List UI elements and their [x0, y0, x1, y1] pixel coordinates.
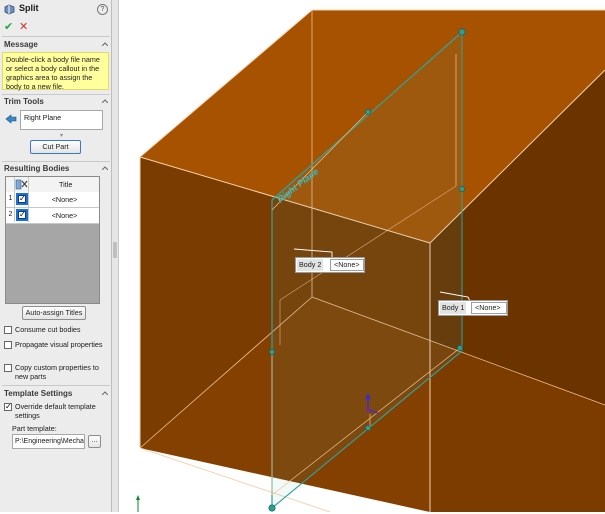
axis-indicator-icon: [136, 495, 140, 512]
trim-tool-selection-icon: [5, 114, 17, 124]
model-viewport[interactable]: Right Plane: [120, 0, 605, 513]
table-row[interactable]: 2 ✓ <None>: [6, 208, 99, 224]
resulting-bodies-table: Title 1 ✓ <None> 2 ✓ <None>: [5, 176, 100, 304]
auto-assign-titles-button[interactable]: Auto-assign Titles: [22, 306, 86, 320]
override-template-checkbox[interactable]: ✓: [4, 403, 12, 411]
splitter-grip[interactable]: [113, 242, 117, 258]
split-feature-icon: [4, 4, 15, 15]
browse-button[interactable]: ...: [88, 435, 101, 448]
divider: [2, 385, 110, 386]
section-template-settings-label: Template Settings: [4, 389, 73, 398]
section-resulting-bodies[interactable]: Resulting Bodies: [2, 163, 110, 175]
plane-handle-icon[interactable]: [365, 425, 371, 431]
chevron-up-icon[interactable]: [102, 166, 108, 170]
help-icon[interactable]: ?: [97, 4, 108, 15]
chevron-up-icon[interactable]: [102, 99, 108, 103]
message-box: Double-click a body file name or select …: [2, 52, 109, 91]
column-divider: [14, 177, 15, 222]
plane-handle-icon[interactable]: [458, 28, 466, 36]
split-title-row: Split ?: [4, 3, 108, 17]
divider: [2, 36, 110, 37]
row-checkbox[interactable]: ✓: [16, 209, 28, 221]
chevron-up-icon[interactable]: [102, 42, 108, 46]
option-label: Override default template settings: [15, 402, 96, 420]
option-label: Consume cut bodies: [15, 325, 81, 334]
consume-cut-bodies-checkbox[interactable]: [4, 326, 12, 334]
part-template-label: Part template:: [12, 424, 57, 433]
callout-body-name: Body 1: [440, 302, 467, 314]
body-1-callout[interactable]: Body 1 <None>: [438, 300, 508, 316]
cancel-button[interactable]: ✕: [19, 20, 28, 33]
callout-body-value[interactable]: <None>: [471, 302, 507, 314]
propagate-visual-properties-checkbox[interactable]: [4, 341, 12, 349]
plane-handle-icon[interactable]: [457, 345, 463, 351]
row-number: 2: [8, 211, 13, 218]
property-manager: Split ? ✔ ✕ Message Double-click a body …: [0, 0, 112, 512]
divider: [2, 161, 110, 162]
copy-custom-properties-checkbox[interactable]: [4, 364, 12, 372]
section-template-settings[interactable]: Template Settings: [2, 388, 110, 400]
row-title[interactable]: <None>: [30, 195, 99, 204]
section-message-label: Message: [4, 40, 38, 49]
section-trim-tools-label: Trim Tools: [4, 97, 44, 106]
option-label: Copy custom properties to new parts: [15, 363, 99, 381]
callout-body-value[interactable]: <None>: [330, 259, 364, 271]
bodies-column-icon: [15, 179, 28, 190]
callout-body-name: Body 2: [297, 259, 324, 271]
row-number: 1: [8, 195, 13, 202]
section-resulting-bodies-label: Resulting Bodies: [4, 164, 70, 173]
option-label: Propagate visual properties: [15, 340, 103, 349]
ok-button[interactable]: ✔: [4, 20, 13, 33]
part-template-input[interactable]: P:\Engineering\Mechanical: [12, 434, 85, 449]
trim-tool-selection-box[interactable]: Right Plane: [20, 110, 103, 130]
cut-part-button[interactable]: Cut Part: [30, 140, 81, 154]
body-2-callout[interactable]: Body 2 <None>: [295, 257, 365, 273]
plane-handle-icon[interactable]: [268, 504, 276, 512]
chevron-up-icon[interactable]: [102, 391, 108, 395]
title-column-header[interactable]: Title: [59, 180, 72, 189]
section-message[interactable]: Message: [2, 39, 110, 51]
table-header: Title: [6, 177, 99, 193]
row-checkbox[interactable]: ✓: [16, 193, 28, 205]
plane-handle-icon[interactable]: [269, 349, 275, 355]
graphics-area[interactable]: Right Plane Body 2 <None> Body 1 <None>: [120, 0, 605, 513]
row-title[interactable]: <None>: [30, 211, 99, 220]
plane-handle-icon[interactable]: [459, 186, 465, 192]
table-row[interactable]: 1 ✓ <None>: [6, 192, 99, 208]
plane-handle-icon[interactable]: [365, 109, 371, 115]
resize-handle-icon[interactable]: ▾: [60, 132, 63, 139]
divider: [2, 94, 110, 95]
panel-title: Split: [19, 3, 39, 13]
panel-splitter[interactable]: [112, 0, 119, 512]
section-trim-tools[interactable]: Trim Tools: [2, 96, 110, 108]
column-divider: [28, 177, 29, 222]
